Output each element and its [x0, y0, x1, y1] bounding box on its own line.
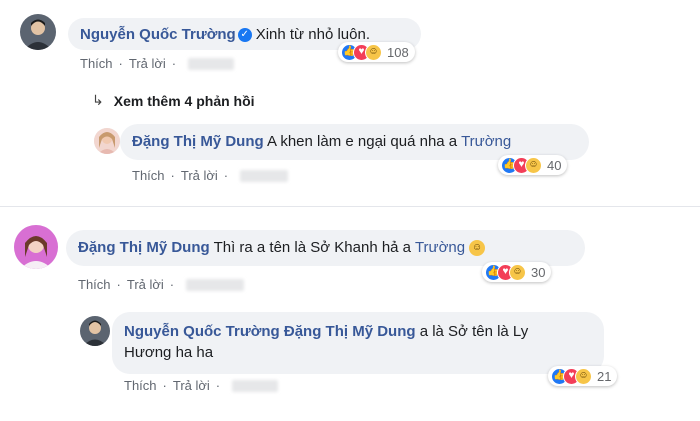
reaction-count: 108 [387, 44, 409, 60]
like-action[interactable]: Thích [132, 168, 165, 183]
like-action[interactable]: Thích [80, 56, 113, 71]
reaction-count: 21 [597, 368, 612, 384]
blurred-timestamp [240, 169, 289, 182]
reaction-summary[interactable]: 👍 ♥ ☺ 30 [482, 262, 552, 282]
reply-action[interactable]: Trả lời [127, 277, 164, 292]
reply-author[interactable]: Nguyễn Quốc Trường [124, 323, 280, 340]
reply-author[interactable]: Đặng Thị Mỹ Dung [132, 133, 264, 150]
comment-bubble: Đặng Thị Mỹ Dung Thì ra a tên là Sở Khan… [66, 230, 585, 266]
reply-text-line1: a là Sở tên là Ly [419, 323, 529, 340]
avatar[interactable] [14, 225, 58, 269]
comment-actions: Thích · Trả lời · [80, 56, 235, 71]
blurred-timestamp [232, 379, 279, 392]
view-more-label: Xem thêm 4 phản hồi [113, 92, 255, 109]
mention-link[interactable]: Trường [461, 133, 511, 150]
comment-actions: Thích · Trả lời · [78, 277, 245, 292]
separator-dot: · [169, 277, 175, 292]
haha-icon: ☺ [365, 43, 382, 61]
comment-text: Xinh từ nhỏ luôn. [255, 26, 370, 43]
reply-actions: Thích · Trả lời · [124, 378, 279, 393]
haha-icon: ☺ [509, 263, 526, 281]
laughing-emoji-icon: ☺ [469, 240, 486, 257]
separator-dot: · [162, 378, 167, 393]
reply-action[interactable]: Trả lời [181, 168, 218, 183]
avatar[interactable] [20, 14, 56, 50]
avatar[interactable] [80, 316, 110, 346]
reply-action[interactable]: Trả lời [129, 56, 166, 71]
like-action[interactable]: Thích [124, 378, 157, 393]
separator-dot: · [170, 168, 175, 183]
reaction-summary[interactable]: 👍 ♥ ☺ 21 [548, 366, 618, 386]
separator-dot: · [215, 378, 221, 393]
reaction-count: 40 [547, 157, 562, 173]
haha-icon: ☺ [575, 367, 592, 385]
comment-author[interactable]: Nguyễn Quốc Trường [80, 26, 236, 43]
reply-actions: Thích · Trả lời · [132, 168, 289, 183]
like-action[interactable]: Thích [78, 277, 111, 292]
mention-link[interactable]: Trường [415, 239, 465, 256]
avatar[interactable] [94, 128, 120, 154]
haha-icon: ☺ [525, 156, 542, 174]
reply-action[interactable]: Trả lời [173, 378, 210, 393]
reaction-count: 30 [531, 264, 546, 280]
mention-link[interactable]: Đặng Thị Mỹ Dung [284, 323, 416, 340]
comment-text: Thì ra a tên là Sở Khanh hả a [213, 239, 412, 256]
separator-dot: · [171, 56, 177, 71]
separator-dot: · [118, 56, 123, 71]
separator-dot: · [223, 168, 229, 183]
reply-arrow-icon: ↳ [92, 92, 104, 108]
reaction-summary[interactable]: 👍 ♥ ☺ 108 [338, 42, 415, 62]
reply-text-line2: Hương ha ha [124, 344, 214, 361]
comment-author[interactable]: Đặng Thị Mỹ Dung [78, 239, 210, 256]
reply-text: A khen làm e ngại quá nha a [267, 133, 458, 150]
blurred-timestamp [186, 278, 245, 291]
section-divider [0, 206, 700, 207]
reply-bubble: Nguyễn Quốc Trường Đặng Thị Mỹ Dung a là… [112, 312, 604, 374]
reaction-summary[interactable]: 👍 ♥ ☺ 40 [498, 155, 568, 175]
verified-badge-icon: ✓ [237, 28, 252, 43]
view-more-replies[interactable]: ↳ Xem thêm 4 phản hồi [92, 92, 255, 109]
separator-dot: · [116, 277, 121, 292]
blurred-timestamp [188, 57, 235, 70]
